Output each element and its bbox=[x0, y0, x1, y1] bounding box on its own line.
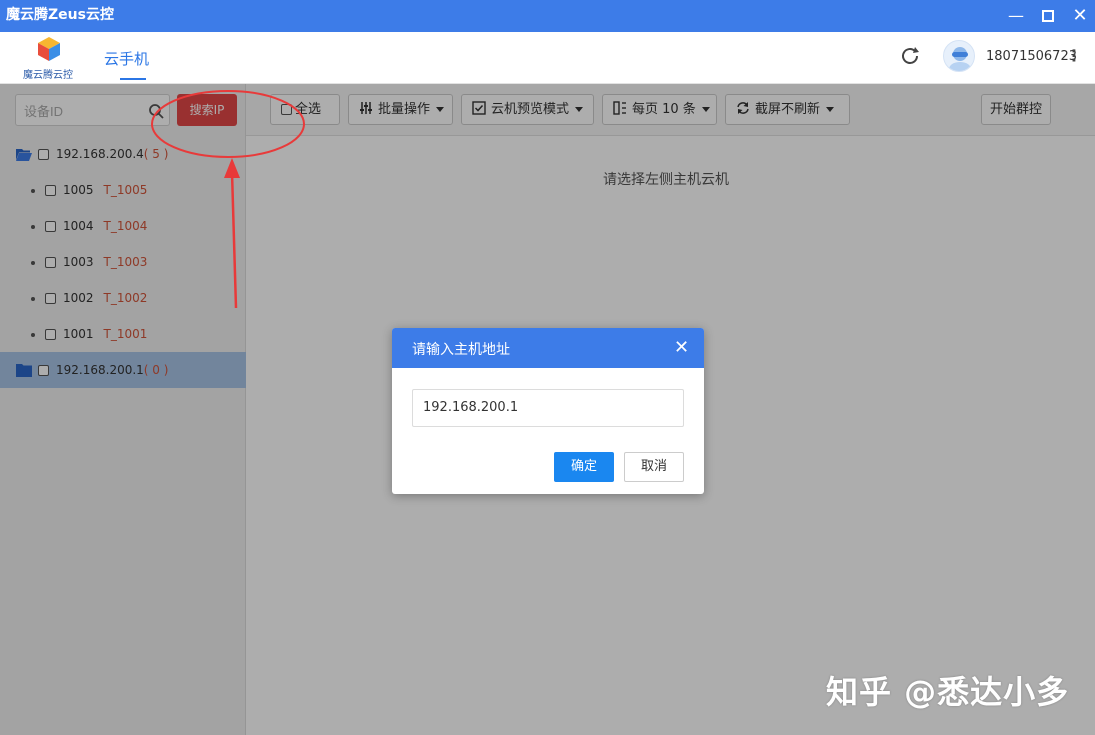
avatar[interactable] bbox=[943, 40, 975, 72]
close-icon[interactable]: ✕ bbox=[1070, 6, 1090, 26]
window-title: 魔云腾Zeus云控 bbox=[6, 7, 114, 23]
watermark: 知乎 @悉达小多 bbox=[826, 673, 1070, 711]
host-address-dialog: 请输入主机地址 ✕ 192.168.200.1 确定 取消 bbox=[392, 328, 704, 494]
app-header: 魔云腾云控 云手机 18071506723 ⋮ bbox=[0, 32, 1095, 84]
minimize-icon[interactable]: — bbox=[1006, 6, 1026, 26]
tab-cloud-phone[interactable]: 云手机 bbox=[104, 48, 149, 69]
confirm-button[interactable]: 确定 bbox=[554, 452, 614, 482]
dialog-header: 请输入主机地址 ✕ bbox=[392, 328, 704, 368]
maximize-icon[interactable] bbox=[1038, 6, 1058, 26]
close-icon[interactable]: ✕ bbox=[674, 338, 689, 358]
logo-text: 魔云腾云控 bbox=[23, 70, 73, 81]
more-vertical-icon[interactable]: ⋮ bbox=[1066, 46, 1082, 65]
dialog-title: 请输入主机地址 bbox=[412, 342, 510, 358]
host-address-input[interactable]: 192.168.200.1 bbox=[412, 389, 684, 427]
cancel-button[interactable]: 取消 bbox=[624, 452, 684, 482]
user-phone: 18071506723 bbox=[986, 49, 1077, 64]
title-bar: 魔云腾Zeus云控 — ✕ bbox=[0, 0, 1095, 32]
app-logo: 魔云腾云控 bbox=[18, 36, 78, 82]
logo-cube-icon bbox=[38, 37, 60, 61]
refresh-icon[interactable] bbox=[898, 44, 922, 68]
tab-underline bbox=[120, 78, 146, 80]
